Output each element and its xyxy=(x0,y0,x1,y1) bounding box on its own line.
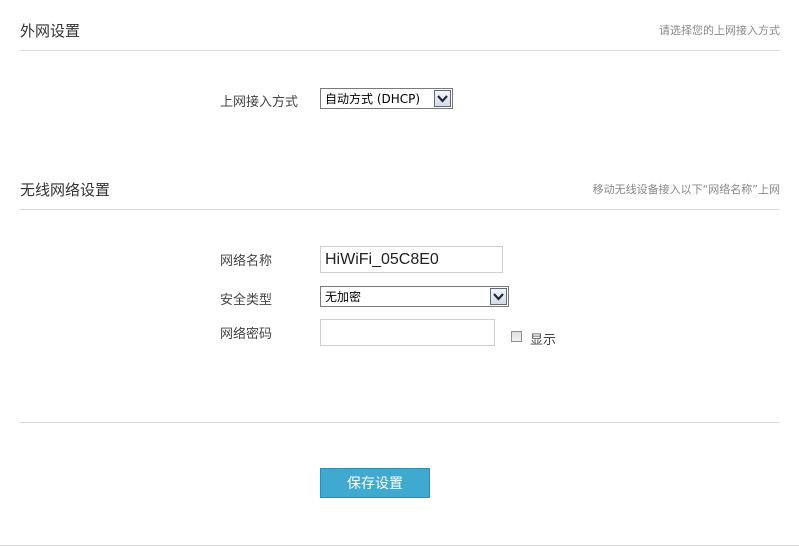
wireless-section-hint: 移动无线设备接入以下“网络名称”上网 xyxy=(592,183,780,196)
chevron-down-icon[interactable] xyxy=(490,288,507,305)
save-settings-button[interactable]: 保存设置 xyxy=(320,468,430,498)
wan-divider xyxy=(19,50,780,51)
ssid-label: 网络名称 xyxy=(220,254,273,269)
security-type-label: 安全类型 xyxy=(220,293,273,308)
security-type-select[interactable]: 无加密 xyxy=(320,286,509,307)
bottom-divider xyxy=(0,545,799,546)
ssid-input[interactable]: HiWiFi_05C8E0 xyxy=(320,246,503,273)
password-input[interactable] xyxy=(320,319,495,346)
password-label: 网络密码 xyxy=(220,327,273,342)
show-password-label[interactable]: 显示 xyxy=(530,329,556,348)
wan-section-hint: 请选择您的上网接入方式 xyxy=(659,24,780,37)
access-method-select[interactable]: 自动方式 (DHCP) xyxy=(320,88,453,109)
wireless-section-title: 无线网络设置 xyxy=(20,181,111,199)
wireless-divider xyxy=(19,209,780,210)
chevron-down-icon[interactable] xyxy=(434,90,451,107)
access-method-value: 自动方式 (DHCP) xyxy=(325,92,421,106)
security-type-value: 无加密 xyxy=(325,290,362,304)
wan-section-title: 外网设置 xyxy=(20,22,81,40)
footer-divider xyxy=(19,422,780,423)
show-password-checkbox[interactable] xyxy=(511,331,522,342)
access-method-label: 上网接入方式 xyxy=(220,95,299,110)
